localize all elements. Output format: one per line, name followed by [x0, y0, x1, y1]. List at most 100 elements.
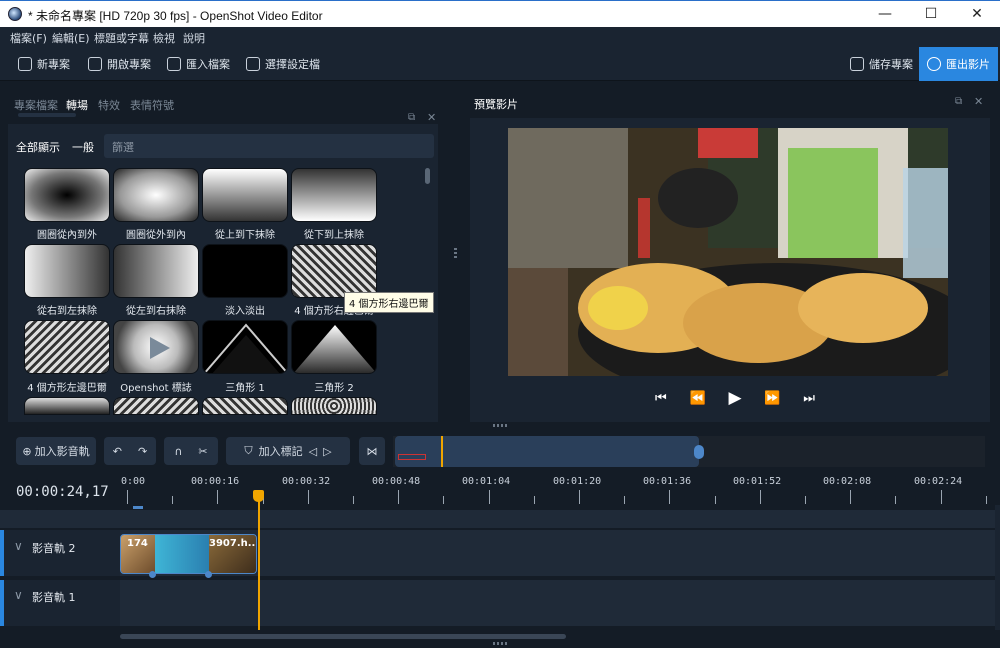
tab-transitions[interactable]: 轉場 — [66, 97, 88, 113]
new-project-button[interactable]: 新專案 — [18, 53, 70, 75]
filter-common-button[interactable]: 一般 — [72, 139, 94, 155]
maximize-button[interactable]: ☐ — [908, 1, 954, 28]
clip-keyframe[interactable] — [205, 571, 212, 578]
track-1[interactable] — [0, 580, 995, 626]
filter-all-button[interactable]: 全部顯示 — [16, 139, 60, 155]
track-header[interactable]: ∨ 影音軌 2 — [0, 530, 120, 576]
center-playhead-button[interactable]: ⋈ — [359, 437, 385, 465]
panel-close-icon[interactable]: ✕ — [427, 111, 436, 124]
menu-title[interactable]: 標題或字幕 — [94, 30, 149, 46]
triangle-icon — [203, 323, 287, 373]
timeline-vertical-scrollbar[interactable] — [995, 505, 1000, 630]
overview-resize-handle[interactable] — [694, 445, 704, 459]
timeline-horizontal-scrollbar[interactable] — [120, 634, 566, 639]
transition-label: 從下到上抹除 — [304, 230, 364, 241]
preview-close-icon[interactable]: ✕ — [974, 95, 983, 108]
save-project-label: 儲存專案 — [869, 58, 913, 71]
choose-profile-button[interactable]: 選擇設定檔 — [246, 53, 320, 75]
transition-thumb[interactable] — [291, 397, 377, 415]
video-clip[interactable]: 174 3907.h... — [120, 534, 257, 574]
export-video-label: 匯出影片 — [946, 58, 990, 71]
transition-thumb[interactable] — [113, 320, 199, 374]
tab-project-files[interactable]: 專案檔案 — [14, 97, 58, 113]
collapse-chevron-icon[interactable]: ∨ — [14, 539, 23, 553]
preview-float-icon[interactable]: ⧉ — [955, 96, 962, 107]
play-icon[interactable]: ▶ — [728, 388, 741, 408]
menu-help[interactable]: 說明 — [183, 30, 205, 46]
open-project-button[interactable]: 開啟專案 — [88, 53, 151, 75]
filter-input[interactable]: 篩選 — [104, 134, 434, 158]
import-files-button[interactable]: 匯入檔案 — [167, 53, 230, 75]
redo-icon[interactable]: ↷ — [138, 445, 147, 458]
minimize-button[interactable]: — — [862, 1, 908, 28]
tab-emojis[interactable]: 表情符號 — [130, 97, 174, 113]
scrollbar-thumb[interactable] — [425, 168, 430, 184]
jump-start-icon[interactable]: ⏮ — [655, 391, 667, 406]
ruler-tick — [805, 496, 806, 504]
transition-thumb[interactable] — [202, 320, 288, 374]
timeline-ruler[interactable]: 00:00:24,17 0:00 00:00:16 00:00:32 00:00… — [0, 470, 1000, 510]
menu-file[interactable]: 檔案(F) — [10, 30, 47, 46]
undo-icon[interactable]: ↶ — [113, 445, 122, 458]
rewind-icon[interactable]: ⏪ — [689, 391, 705, 406]
panel-float-icon[interactable]: ⧉ — [408, 112, 415, 123]
transition-thumb[interactable] — [291, 320, 377, 374]
save-project-button[interactable]: 儲存專案 — [850, 53, 913, 75]
window-title: * 未命名專案 [HD 720p 30 fps] - OpenShot Vide… — [28, 9, 323, 23]
menu-edit[interactable]: 編輯(E) — [52, 30, 90, 46]
track-spacer — [0, 510, 995, 528]
clip-keyframe[interactable] — [149, 571, 156, 578]
transition-thumb[interactable] — [202, 397, 288, 415]
ruler-tick — [715, 496, 716, 504]
panel-splitter[interactable] — [454, 248, 457, 260]
transition-thumb[interactable] — [113, 244, 199, 298]
openshot-play-icon — [150, 337, 170, 359]
transition-thumb[interactable] — [24, 320, 110, 374]
transition-thumb[interactable] — [291, 168, 377, 222]
overview-playhead — [441, 436, 443, 467]
overview-clip-marker — [398, 454, 426, 460]
video-frame-image — [508, 128, 948, 376]
transition-thumb[interactable] — [24, 397, 110, 415]
collapse-chevron-icon[interactable]: ∨ — [14, 588, 23, 602]
ruler-tick — [850, 490, 851, 504]
tab-scroll-indicator — [18, 113, 76, 117]
transition-label: 圓圈從內到外 — [37, 230, 97, 241]
new-project-label: 新專案 — [37, 58, 70, 71]
add-marker-button[interactable]: 加入標記 — [259, 443, 303, 459]
next-marker-icon[interactable]: ▷ — [323, 445, 331, 458]
fast-forward-icon[interactable]: ⏩ — [764, 391, 780, 406]
transition-thumb[interactable] — [113, 397, 199, 415]
snap-magnet-icon[interactable]: ∩ — [174, 445, 182, 458]
transition-thumb[interactable] — [24, 244, 110, 298]
transition-label: 從上到下抹除 — [215, 230, 275, 241]
close-button[interactable]: ✕ — [954, 1, 1000, 28]
transition-thumb[interactable] — [202, 168, 288, 222]
razor-scissors-icon[interactable]: ✂ — [198, 445, 207, 458]
jump-end-icon[interactable]: ⏭ — [803, 391, 815, 406]
transition-thumb[interactable] — [24, 168, 110, 222]
transition-label: 淡入淡出 — [225, 306, 265, 317]
profile-icon — [246, 57, 260, 71]
transition-thumb[interactable] — [113, 168, 199, 222]
track-header[interactable]: ∨ 影音軌 1 — [0, 580, 120, 626]
marker-icon: ⛉ — [244, 444, 253, 457]
transition-thumb[interactable] — [202, 244, 288, 298]
main-toolbar: 新專案 開啟專案 匯入檔案 選擇設定檔 儲存專案 匯出影片 — [0, 47, 1000, 81]
playback-controls: ⏮ ⏪ ▶ ⏩ ⏭ — [655, 388, 815, 408]
previous-marker-icon[interactable]: ◁ — [309, 445, 317, 458]
bottom-splitter[interactable] — [493, 642, 507, 645]
ruler-tick — [941, 490, 942, 504]
add-track-button[interactable]: ⊕ 加入影音軌 — [16, 437, 96, 465]
left-panel-tabs: 專案檔案 轉場 特效 表情符號 — [14, 91, 434, 113]
clip-label: 3907.h... — [209, 538, 257, 549]
transition-thumb[interactable] — [291, 244, 377, 298]
ruler-tick — [895, 496, 896, 504]
horizontal-splitter[interactable] — [493, 424, 507, 427]
export-video-button[interactable]: 匯出影片 — [919, 47, 998, 81]
ruler-tick — [669, 490, 670, 504]
tab-effects[interactable]: 特效 — [98, 97, 120, 113]
menu-view[interactable]: 檢視 — [153, 30, 175, 46]
transition-on-clip[interactable] — [155, 535, 209, 573]
filter-row: 全部顯示 一般 篩選 — [16, 134, 434, 158]
